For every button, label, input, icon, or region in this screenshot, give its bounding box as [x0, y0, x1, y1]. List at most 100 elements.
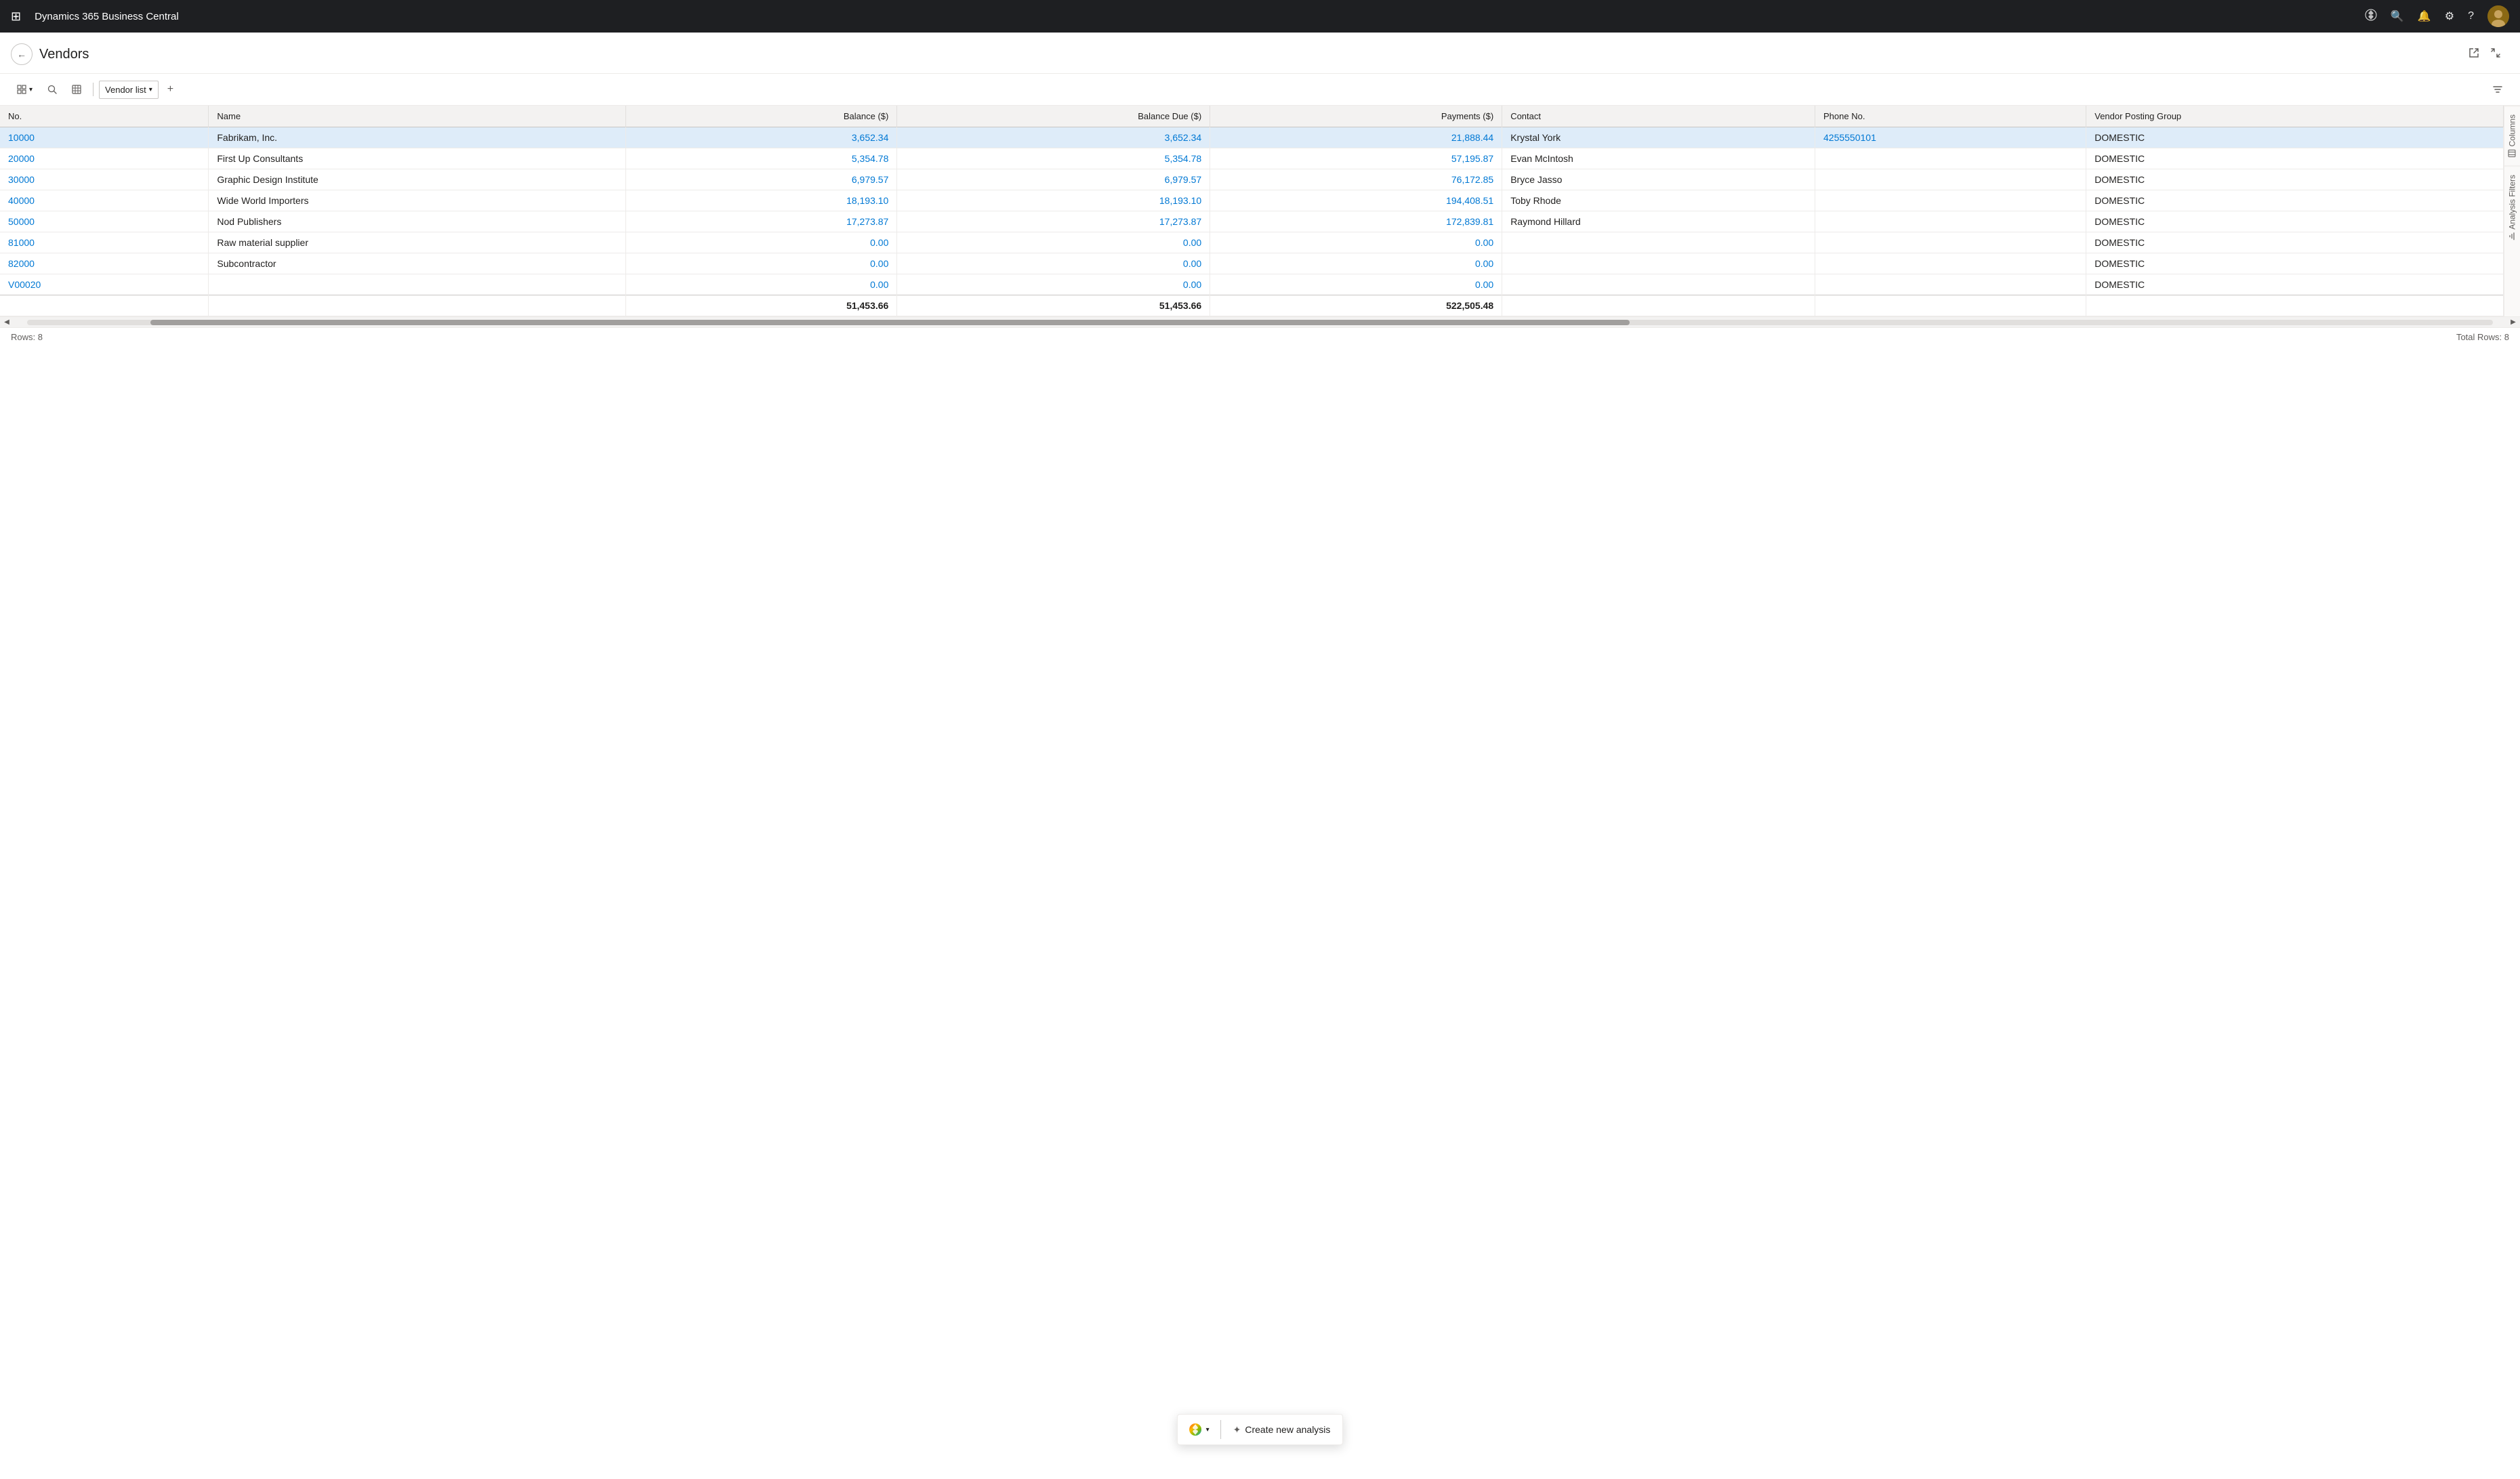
col-header-no: No. [0, 106, 209, 127]
settings-nav-icon[interactable]: ⚙ [2445, 9, 2454, 23]
cell-balance-due[interactable]: 6,979.57 [897, 169, 1210, 190]
cell-posting-group: DOMESTIC [2086, 190, 2504, 211]
floating-bar-separator [1220, 1420, 1221, 1439]
cell-balance-due[interactable]: 0.00 [897, 232, 1210, 253]
table-row[interactable]: 10000Fabrikam, Inc.3,652.343,652.3421,88… [0, 127, 2504, 148]
cell-balance[interactable]: 17,273.87 [626, 211, 897, 232]
status-bar: Rows: 8 Total Rows: 8 [0, 327, 2520, 346]
cell-balance[interactable]: 0.00 [626, 253, 897, 274]
cell-balance[interactable]: 5,354.78 [626, 148, 897, 169]
cell-name: Raw material supplier [209, 232, 626, 253]
columns-panel-tab[interactable]: Columns [2504, 106, 2520, 166]
cell-no[interactable]: 40000 [0, 190, 209, 211]
cell-phone[interactable]: 4255550101 [1815, 127, 2086, 148]
grid-toolbar-button[interactable] [66, 81, 87, 98]
cell-contact [1502, 232, 1815, 253]
bell-nav-icon[interactable]: 🔔 [2418, 9, 2431, 23]
rows-count: Rows: 8 [11, 332, 43, 342]
table-total-row: 51,453.6651,453.66522,505.48 [0, 295, 2504, 316]
cell-balance[interactable]: 18,193.10 [626, 190, 897, 211]
page-header: ← Vendors [0, 33, 2520, 74]
cell-balance-due[interactable]: 3,652.34 [897, 127, 1210, 148]
create-new-analysis-button[interactable]: ✦ Create new analysis [1224, 1419, 1340, 1441]
cell-no[interactable]: V00020 [0, 274, 209, 295]
col-header-phone: Phone No. [1815, 106, 2086, 127]
cell-no[interactable]: 30000 [0, 169, 209, 190]
search-toolbar-button[interactable] [41, 81, 63, 98]
col-header-balance-due: Balance Due ($) [897, 106, 1210, 127]
cell-name: Fabrikam, Inc. [209, 127, 626, 148]
back-button[interactable]: ← [11, 43, 33, 65]
cell-balance-due[interactable]: 0.00 [897, 253, 1210, 274]
horizontal-scrollbar[interactable]: ◀ ▶ [0, 316, 2520, 327]
vendor-list-tab-label: Vendor list [105, 85, 146, 95]
filter-button[interactable] [2486, 80, 2509, 99]
copilot-nav-icon[interactable] [2365, 9, 2377, 24]
cell-payments[interactable]: 57,195.87 [1210, 148, 1502, 169]
toolbar: ▾ Vendor list ▾ + [0, 74, 2520, 106]
cell-balance[interactable]: 6,979.57 [626, 169, 897, 190]
cell-no[interactable]: 82000 [0, 253, 209, 274]
cell-balance-due[interactable]: 0.00 [897, 274, 1210, 295]
cell-balance-due[interactable]: 18,193.10 [897, 190, 1210, 211]
search-nav-icon[interactable]: 🔍 [2391, 9, 2404, 23]
analysis-filters-panel-tab[interactable]: Analysis Filters [2504, 166, 2520, 249]
vendor-list-tab[interactable]: Vendor list ▾ [99, 81, 159, 99]
cell-payments[interactable]: 0.00 [1210, 274, 1502, 295]
table-row[interactable]: V000200.000.000.00DOMESTIC [0, 274, 2504, 295]
table-wrapper: Columns Analysis Filters No. Name Balanc… [0, 106, 2520, 316]
help-nav-icon[interactable]: ? [2468, 10, 2474, 22]
cell-contact: Evan McIntosh [1502, 148, 1815, 169]
copilot-chevron: ▾ [1206, 1426, 1210, 1434]
cell-balance[interactable]: 0.00 [626, 232, 897, 253]
cell-name: Subcontractor [209, 253, 626, 274]
cell-payments[interactable]: 21,888.44 [1210, 127, 1502, 148]
cell-name: First Up Consultants [209, 148, 626, 169]
cell-posting-group: DOMESTIC [2086, 253, 2504, 274]
cell-balance-due[interactable]: 5,354.78 [897, 148, 1210, 169]
table-row[interactable]: 50000Nod Publishers17,273.8717,273.87172… [0, 211, 2504, 232]
table-row[interactable]: 82000Subcontractor0.000.000.00DOMESTIC [0, 253, 2504, 274]
cell-no[interactable]: 81000 [0, 232, 209, 253]
app-grid-icon[interactable]: ⊞ [11, 9, 21, 24]
table-row[interactable]: 40000Wide World Importers18,193.1018,193… [0, 190, 2504, 211]
cell-no[interactable]: 10000 [0, 127, 209, 148]
cell-contact: Toby Rhode [1502, 190, 1815, 211]
cell-no[interactable]: 20000 [0, 148, 209, 169]
cell-balance[interactable]: 0.00 [626, 274, 897, 295]
copilot-button[interactable]: ▾ [1180, 1417, 1218, 1442]
header-actions [2466, 45, 2504, 64]
cell-no[interactable]: 50000 [0, 211, 209, 232]
table-row[interactable]: 81000Raw material supplier0.000.000.00DO… [0, 232, 2504, 253]
table-row[interactable]: 30000Graphic Design Institute6,979.576,9… [0, 169, 2504, 190]
scroll-track[interactable] [27, 320, 2493, 325]
cell-payments[interactable]: 0.00 [1210, 253, 1502, 274]
cell-payments[interactable]: 76,172.85 [1210, 169, 1502, 190]
cell-payments[interactable]: 194,408.51 [1210, 190, 1502, 211]
cell-phone [1815, 169, 2086, 190]
cell-name: Nod Publishers [209, 211, 626, 232]
col-header-payments: Payments ($) [1210, 106, 1502, 127]
cell-posting-group: DOMESTIC [2086, 148, 2504, 169]
view-toggle-button[interactable]: ▾ [11, 81, 39, 98]
cell-payments[interactable]: 0.00 [1210, 232, 1502, 253]
collapse-button[interactable] [2487, 45, 2504, 64]
cell-balance-due[interactable]: 17,273.87 [897, 211, 1210, 232]
add-tab-button[interactable]: + [161, 79, 180, 100]
cell-payments[interactable]: 172,839.81 [1210, 211, 1502, 232]
cell-phone [1815, 274, 2086, 295]
vendors-table: No. Name Balance ($) Balance Due ($) Pay… [0, 106, 2504, 316]
scroll-left-arrow[interactable]: ◀ [0, 318, 14, 326]
col-header-contact: Contact [1502, 106, 1815, 127]
scroll-right-arrow[interactable]: ▶ [2506, 318, 2520, 326]
cell-balance[interactable]: 3,652.34 [626, 127, 897, 148]
table-row[interactable]: 20000First Up Consultants5,354.785,354.7… [0, 148, 2504, 169]
total-rows: Total Rows: 8 [2456, 332, 2509, 342]
cell-phone [1815, 232, 2086, 253]
cell-contact: Raymond Hillard [1502, 211, 1815, 232]
cell-phone [1815, 148, 2086, 169]
scroll-thumb[interactable] [150, 320, 1630, 325]
open-in-new-button[interactable] [2466, 45, 2482, 64]
user-avatar[interactable] [2487, 5, 2509, 27]
cell-phone [1815, 253, 2086, 274]
